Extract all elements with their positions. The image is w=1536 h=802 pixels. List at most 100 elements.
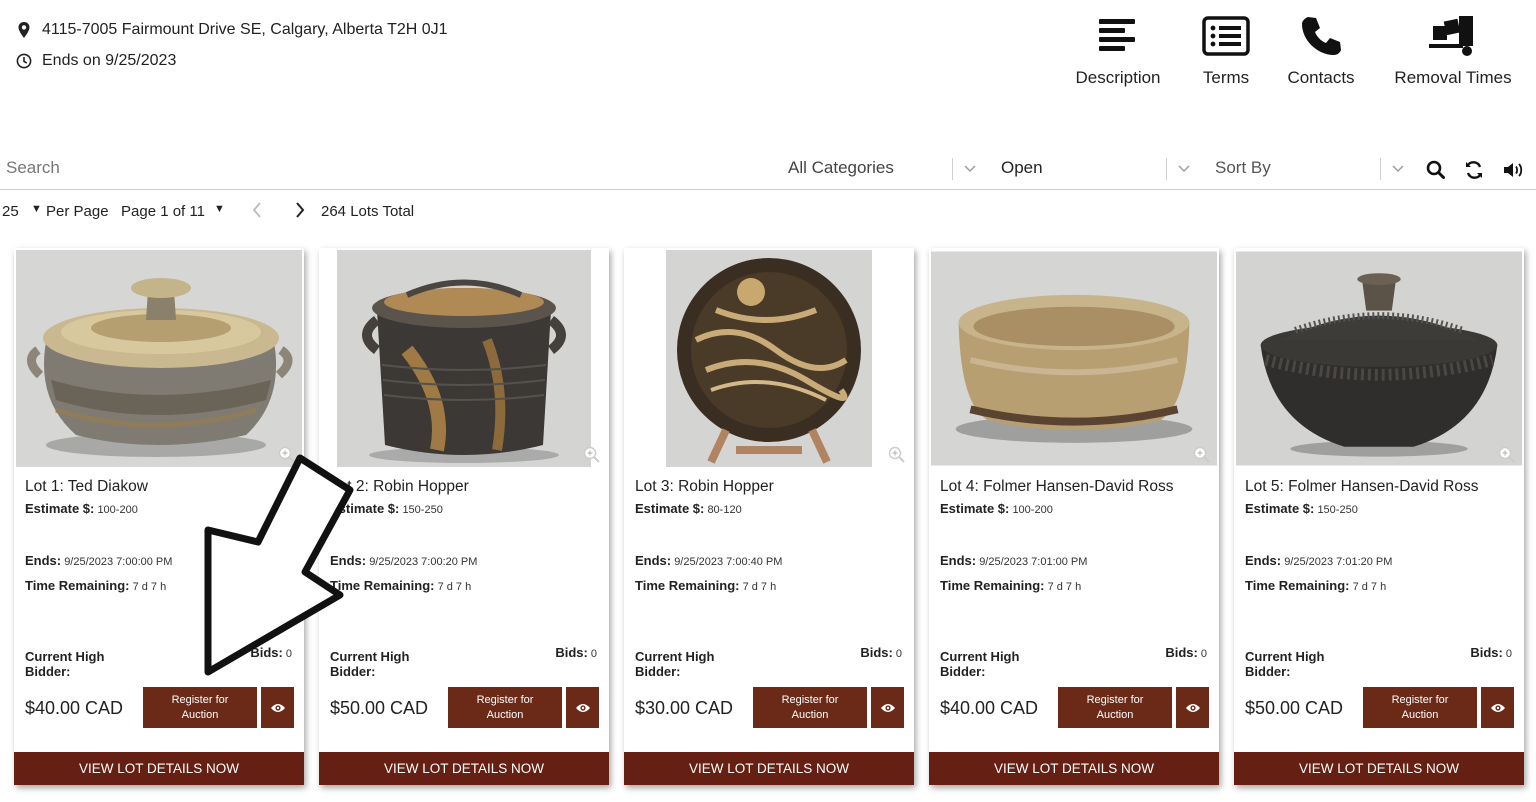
sort-select[interactable]: Sort By — [1215, 158, 1271, 178]
bids-value: 0 — [285, 648, 292, 660]
caret-down-icon[interactable]: ▼ — [214, 203, 225, 215]
lot-title[interactable]: Lot 1: Ted Diakow — [25, 478, 148, 496]
view-details-button[interactable]: VIEW LOT DETAILS NOW — [1234, 752, 1524, 785]
view-details-button[interactable]: VIEW LOT DETAILS NOW — [319, 752, 609, 785]
lot-image[interactable] — [931, 250, 1217, 467]
bids-value: 0 — [590, 648, 597, 660]
lot-grid: Lot 1: Ted Diakow Estimate $: 100-200 En… — [0, 248, 1536, 802]
chevron-down-icon[interactable] — [1176, 160, 1192, 176]
lot-time-remaining: Time Remaining: 7 d 7 h — [25, 578, 166, 593]
lot-estimate: Estimate $: 150-250 — [1245, 501, 1358, 516]
auction-address: 4115-7005 Fairmount Drive SE, Calgary, A… — [16, 21, 448, 39]
lot-image[interactable] — [321, 250, 607, 467]
register-button[interactable]: Register for Auction — [753, 687, 867, 728]
refresh-icon[interactable] — [1463, 159, 1485, 181]
lot-photo-plate[interactable] — [666, 250, 872, 467]
lot-title[interactable]: Lot 3: Robin Hopper — [635, 478, 774, 496]
lot-title[interactable]: Lot 4: Folmer Hansen-David Ross — [940, 478, 1173, 496]
lot-price: $40.00 CAD — [25, 698, 124, 718]
zoom-icon[interactable] — [888, 446, 906, 464]
watch-button[interactable] — [566, 687, 599, 728]
lot-time-remaining: Time Remaining: 7 d 7 h — [330, 578, 471, 593]
top-nav: Description Terms Contacts Removal Times — [1068, 14, 1518, 88]
watch-button[interactable] — [1481, 687, 1514, 728]
estimate-value: 150-250 — [402, 504, 443, 516]
divider — [1380, 158, 1381, 180]
current-high-bidder-label: Current High Bidder: — [25, 649, 105, 679]
view-details-button[interactable]: VIEW LOT DETAILS NOW — [624, 752, 914, 785]
eye-icon — [880, 703, 895, 712]
lot-price: $30.00 CAD — [635, 698, 734, 718]
speaker-icon[interactable] — [1502, 159, 1524, 181]
lot-image[interactable] — [1236, 250, 1522, 467]
category-select[interactable]: All Categories — [788, 158, 894, 178]
time-remaining-value: 7 d 7 h — [1352, 581, 1387, 593]
ends-label: Ends: — [940, 553, 977, 568]
time-remaining-value: 7 d 7 h — [742, 581, 777, 593]
lot-bids: Bids: 0 — [250, 645, 292, 660]
search-icon[interactable] — [1425, 159, 1447, 181]
page-select[interactable]: Page 1 of 11 — [121, 203, 205, 220]
chevron-down-icon[interactable] — [1390, 160, 1406, 176]
time-remaining-value: 7 d 7 h — [1047, 581, 1082, 593]
register-button[interactable]: Register for Auction — [1363, 687, 1477, 728]
lot-time-remaining: Time Remaining: 7 d 7 h — [635, 578, 776, 593]
watch-button[interactable] — [1176, 687, 1209, 728]
register-button[interactable]: Register for Auction — [143, 687, 257, 728]
lot-ends: Ends: 9/25/2023 7:00:40 PM — [635, 553, 782, 568]
nav-removal-label: Removal Times — [1394, 68, 1512, 87]
nav-description[interactable]: Description — [1068, 14, 1168, 88]
lot-time-remaining: Time Remaining: 7 d 7 h — [1245, 578, 1386, 593]
phone-icon — [1302, 17, 1341, 55]
view-details-button[interactable]: VIEW LOT DETAILS NOW — [929, 752, 1219, 785]
zoom-icon[interactable] — [1193, 446, 1211, 464]
bids-value: 0 — [895, 648, 902, 660]
lot-photo-crock[interactable] — [337, 250, 591, 467]
nav-contacts[interactable]: Contacts — [1276, 14, 1366, 88]
current-high-bidder-label: Current High Bidder: — [330, 649, 410, 679]
lot-image[interactable] — [626, 250, 912, 467]
divider — [952, 158, 953, 180]
lot-ends: Ends: 9/25/2023 7:01:20 PM — [1245, 553, 1392, 568]
estimate-value: 100-200 — [97, 504, 138, 516]
prev-page-icon[interactable] — [250, 200, 264, 220]
per-page-value[interactable]: 25 — [2, 203, 19, 220]
eye-icon — [270, 703, 285, 712]
ends-label: Ends: — [25, 553, 62, 568]
nav-terms[interactable]: Terms — [1186, 14, 1266, 88]
lot-title[interactable]: Lot 5: Folmer Hansen-David Ross — [1245, 478, 1478, 496]
chevron-down-icon[interactable] — [962, 160, 978, 176]
filter-bar: All Categories Open Sort By — [0, 150, 1536, 190]
eye-icon — [575, 703, 590, 712]
eye-icon — [1185, 703, 1200, 712]
zoom-icon[interactable] — [278, 446, 296, 464]
view-details-button[interactable]: VIEW LOT DETAILS NOW — [14, 752, 304, 785]
search-input[interactable] — [6, 158, 706, 178]
zoom-icon[interactable] — [583, 446, 601, 464]
lot-card: Lot 2: Robin Hopper Estimate $: 150-250 … — [319, 248, 609, 785]
dolly-icon — [1429, 16, 1473, 56]
ends-label: Ends: — [635, 553, 672, 568]
lot-card: Lot 4: Folmer Hansen-David Ross Estimate… — [929, 248, 1219, 785]
lot-photo-bowl[interactable] — [931, 250, 1217, 467]
lot-photo-casserole[interactable] — [16, 250, 302, 467]
estimate-label: Estimate $: — [635, 501, 705, 516]
lot-photo-covered-bowl[interactable] — [1236, 250, 1522, 467]
register-button[interactable]: Register for Auction — [1058, 687, 1172, 728]
watch-button[interactable] — [261, 687, 294, 728]
next-page-icon[interactable] — [293, 200, 307, 220]
ends-value: 9/25/2023 7:01:20 PM — [1284, 556, 1393, 568]
lot-time-remaining: Time Remaining: 7 d 7 h — [940, 578, 1081, 593]
status-select[interactable]: Open — [1001, 158, 1043, 178]
ends-label: Ends: — [330, 553, 367, 568]
lot-price: $50.00 CAD — [1245, 698, 1344, 718]
register-button[interactable]: Register for Auction — [448, 687, 562, 728]
bids-label: Bids: — [860, 645, 893, 660]
zoom-icon[interactable] — [1498, 446, 1516, 464]
caret-down-icon[interactable]: ▼ — [31, 203, 42, 215]
lot-image[interactable] — [16, 250, 302, 467]
lot-bids: Bids: 0 — [1165, 645, 1207, 660]
nav-removal-times[interactable]: Removal Times — [1388, 14, 1518, 88]
lot-title[interactable]: Lot 2: Robin Hopper — [330, 478, 469, 496]
watch-button[interactable] — [871, 687, 904, 728]
